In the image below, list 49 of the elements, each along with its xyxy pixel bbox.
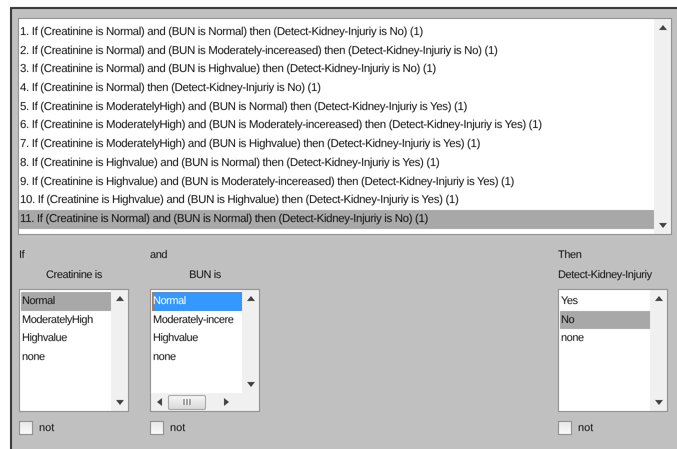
membership-listbox[interactable]: Normal ModeratelyHigh Highvalue none — [19, 289, 129, 412]
scroll-down-icon[interactable] — [654, 400, 662, 405]
variable-label: Creatinine is — [46, 269, 102, 283]
scroll-up-icon[interactable] — [658, 25, 666, 30]
scroll-right-icon[interactable] — [224, 398, 229, 406]
rule-item[interactable]: 8. If (Creatinine is Highvalue) and (BUN is Normal) then (Detect-Kidney-Injuriy is Yes) (1) — [19, 154, 654, 172]
rule-item[interactable]: 2. If (Creatinine is Normal) and (BUN is Moderately-incereased) then (Detect-Kidney-Injuriy is No) (1) — [19, 42, 654, 60]
list-item[interactable]: ModeratelyHigh — [21, 310, 111, 329]
not-checkbox[interactable] — [150, 421, 164, 435]
list-item[interactable]: none — [21, 348, 111, 366]
rule-item[interactable]: 1. If (Creatinine is Normal) and (BUN is Normal) then (Detect-Kidney-Injuriy is No) (1) — [19, 23, 654, 42]
scroll-down-icon[interactable] — [116, 400, 124, 405]
rule-listbox[interactable] — [18, 18, 672, 235]
scroll-left-icon[interactable] — [157, 398, 162, 406]
scroll-up-icon[interactable] — [116, 296, 124, 301]
rule-item[interactable]: 11. If (Creatinine is Normal) and (BUN is Normal) then (Detect-Kidney-Injuriy is No) (1) — [19, 210, 654, 229]
list-item[interactable]: Yes — [560, 292, 650, 310]
list-item[interactable]: Moderately-incere — [152, 310, 242, 329]
variable-label: BUN is — [189, 269, 221, 283]
membership-listbox[interactable]: Normal Moderately-incere Highvalue none — [150, 289, 260, 412]
rule-item[interactable]: 6. If (Creatinine is ModeratelyHigh) and (BUN is Moderately-incereased) then (Detect-Kidney-Injuriy is Yes) (1) — [19, 116, 654, 136]
rule-item[interactable]: 9. If (Creatinine is Highvalue) and (BUN is Moderately-incereased) then (Detect-Kidney-Injuriy is Yes) (1) — [19, 172, 654, 192]
not-checkbox[interactable] — [558, 421, 572, 435]
membership-listbox[interactable]: Yes No none — [558, 289, 668, 412]
scroll-down-icon[interactable] — [658, 223, 666, 228]
list-item[interactable]: none — [560, 329, 650, 348]
connector-label: Then — [558, 249, 582, 263]
scroll-up-icon[interactable] — [246, 296, 254, 301]
variable-label: Detect-Kidney-Injuriy — [558, 269, 652, 283]
list-item[interactable]: No — [560, 310, 650, 329]
rule-item[interactable]: 7. If (Creatinine is ModeratelyHigh) and (BUN is Highvalue) then (Detect-Kidney-Injuriy is Yes) (1) — [19, 135, 654, 154]
checkbox-label: not — [578, 422, 594, 434]
not-checkbox[interactable] — [19, 421, 33, 435]
checkbox-label: not — [39, 422, 54, 434]
rule-item[interactable]: 5. If (Creatinine is ModeratelyHigh) and (BUN is Normal) then (Detect-Kidney-Injuriy is Yes) (1) — [19, 98, 654, 116]
list-item[interactable]: Normal — [21, 292, 111, 310]
scroll-thumb[interactable] — [168, 394, 206, 410]
rule-item[interactable]: 3. If (Creatinine is Normal) and (BUN is Highvalue) then (Detect-Kidney-Injuriy is No) (1) — [19, 60, 654, 80]
connector-label: If — [19, 249, 24, 263]
scroll-down-icon[interactable] — [246, 382, 254, 387]
rule-item[interactable]: 10. If (Creatinine is Highvalue) and (BUN is Highvalue) then (Detect-Kidney-Injuriy is Yes) (1) — [19, 191, 654, 210]
rule-item[interactable]: 4. If (Creatinine is Normal) then (Detect-Kidney-Injuriy is No) (1) — [19, 79, 654, 98]
checkbox-label: not — [170, 422, 186, 434]
list-item[interactable]: Highvalue — [152, 329, 242, 348]
list-item[interactable]: Highvalue — [21, 329, 111, 348]
list-item[interactable]: none — [152, 348, 242, 366]
scroll-up-icon[interactable] — [654, 296, 662, 301]
connector-label: and — [150, 249, 168, 263]
horizontal-scrollbar[interactable] — [151, 393, 259, 411]
